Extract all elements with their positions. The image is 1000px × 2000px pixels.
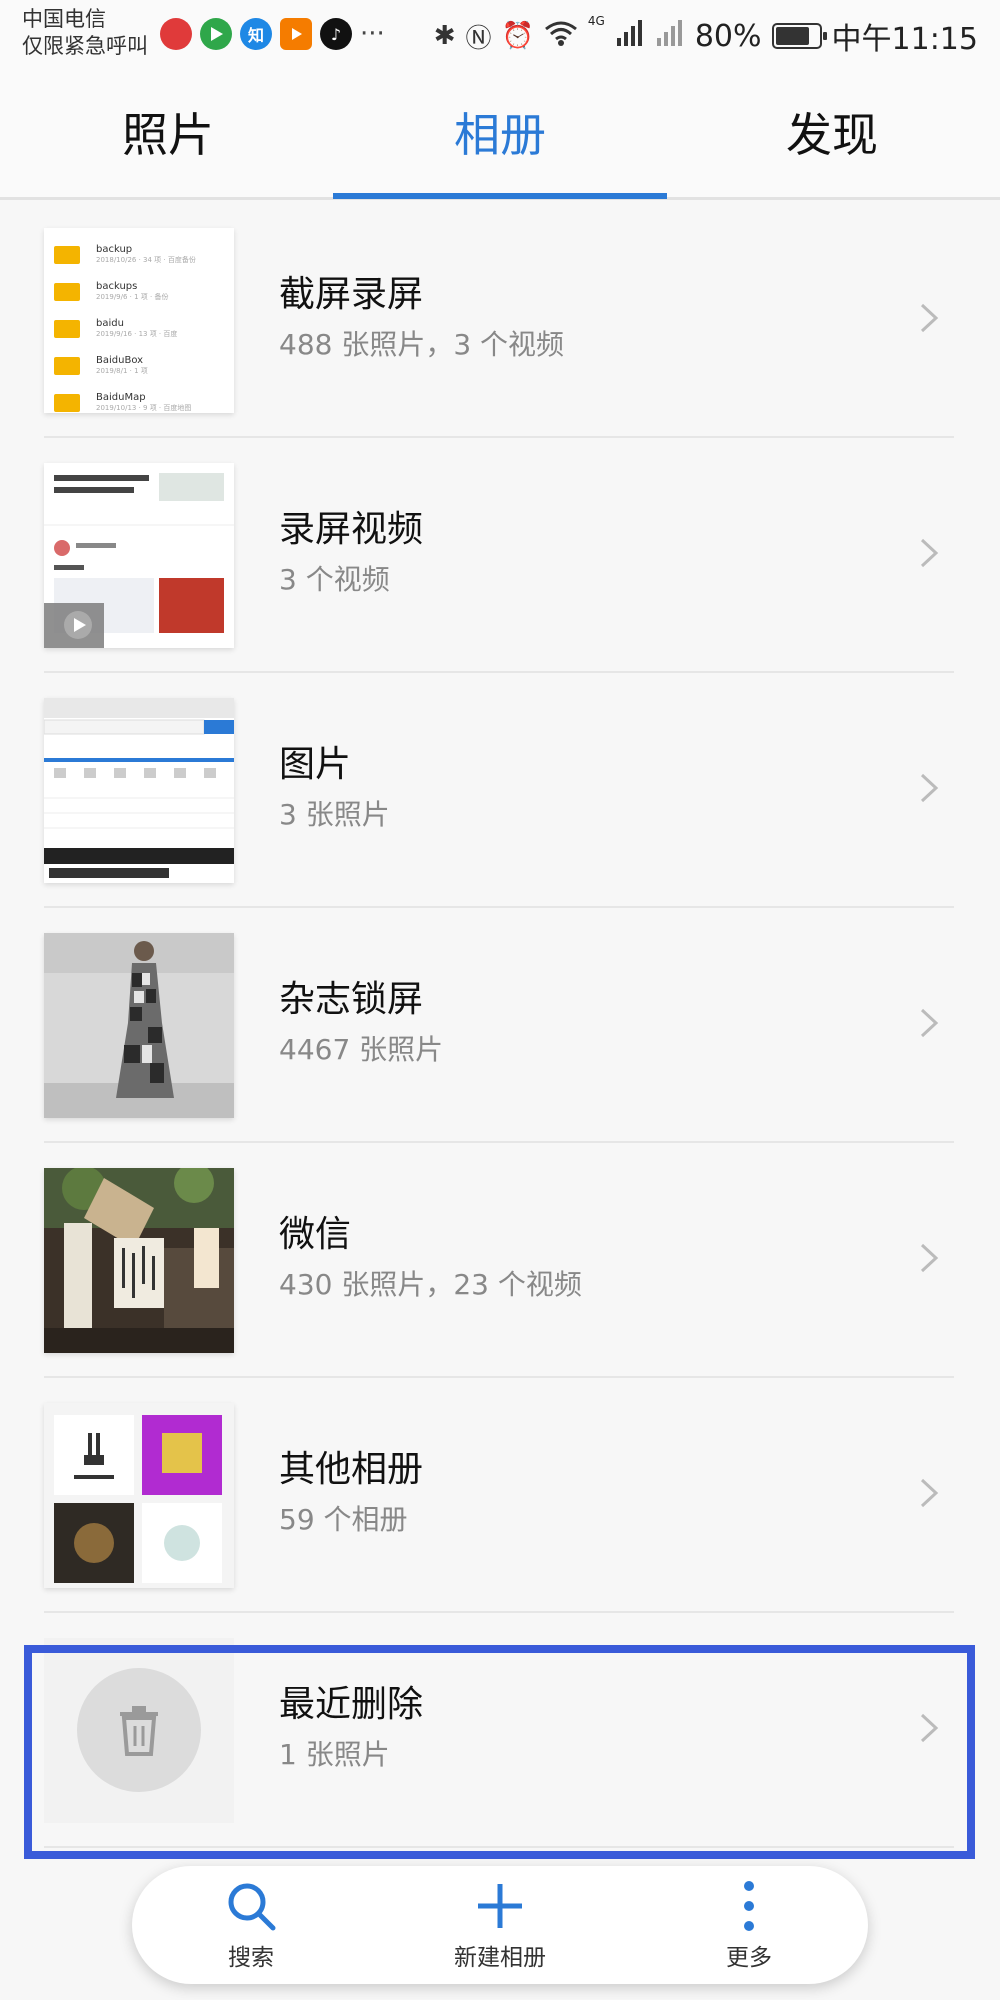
- active-tab-indicator: [333, 193, 667, 199]
- folder-name: backups: [96, 281, 138, 292]
- wifi-icon: [544, 19, 578, 54]
- restaurant-photo-thumbnail: [44, 1168, 234, 1353]
- album-thumbnail: [44, 933, 234, 1118]
- play-store-icon: [200, 18, 232, 50]
- tab-bar: 照片 相册 发现: [0, 70, 1000, 200]
- more-notifications: ···: [360, 19, 385, 49]
- album-thumbnail: [44, 1168, 234, 1353]
- plus-icon: [478, 1884, 522, 1928]
- new-album-label: 新建相册: [454, 1945, 546, 1971]
- folder-entry: backup 2018/10/26 · 34 项 · 百度备份: [44, 236, 234, 273]
- battery-icon: [771, 23, 827, 49]
- folder-name: BaiduBox: [96, 355, 144, 366]
- tiktok-icon: ♪: [320, 18, 352, 50]
- fashion-photo-thumbnail: [44, 933, 234, 1118]
- battery-level: [775, 27, 810, 45]
- album-count: 488 张照片，3 个视频: [279, 328, 565, 361]
- signal-icon: [615, 18, 645, 54]
- folder-icon: [54, 282, 80, 301]
- emergency-only-label: 仅限紧急呼叫: [22, 34, 148, 58]
- album-row-screen-recordings[interactable]: 录屏视频 3 个视频: [44, 438, 954, 673]
- album-thumbnail: [44, 1403, 234, 1588]
- album-name: 其他相册: [279, 1449, 424, 1490]
- folder-entry: baidu 2019/9/16 · 13 项 · 百度: [44, 310, 234, 347]
- folder-icon: [54, 319, 80, 338]
- tab-discover[interactable]: 发现: [712, 100, 952, 170]
- folder-icon: [54, 356, 80, 375]
- folder-meta: 2019/9/16 · 13 项 · 百度: [96, 330, 178, 338]
- folder-icon: [54, 245, 80, 264]
- folder-icon: [54, 393, 80, 412]
- album-name: 微信: [279, 1214, 352, 1255]
- weibo-icon: [160, 18, 192, 50]
- highlight-box: [24, 1645, 975, 1859]
- chevron-right-icon: [920, 1008, 939, 1038]
- folder-meta: 2019/9/6 · 1 项 · 备份: [96, 293, 169, 301]
- album-row-magazine-lockscreen[interactable]: 杂志锁屏 4467 张照片: [44, 908, 954, 1143]
- folder-entry: BaiduMap 2019/10/13 · 9 项 · 百度地图: [44, 384, 234, 413]
- signal-secondary-icon: [655, 18, 685, 54]
- network-type: 4G: [587, 14, 605, 28]
- album-row-screenshots[interactable]: backup 2018/10/26 · 34 项 · 百度备份 backups 20…: [44, 203, 954, 438]
- album-count: 3 张照片: [279, 798, 390, 831]
- folder-meta: 2019/8/1 · 1 项: [96, 367, 148, 375]
- bluetooth-icon: ✱: [433, 21, 456, 51]
- folder-meta: 2018/10/26 · 34 项 · 百度备份: [96, 256, 196, 264]
- zhihu-icon: 知: [240, 18, 272, 50]
- chevron-right-icon: [920, 303, 939, 333]
- album-row-wechat[interactable]: 微信 430 张照片，23 个视频: [44, 1143, 954, 1378]
- album-row-other-albums[interactable]: 其他相册 59 个相册: [44, 1378, 954, 1613]
- webpage-thumbnail: [44, 698, 234, 883]
- bottom-action-bar: 搜索 新建相册 更多: [132, 1866, 868, 1984]
- folder-name: BaiduMap: [96, 392, 146, 403]
- chevron-right-icon: [920, 1478, 939, 1508]
- album-name: 图片: [279, 744, 352, 785]
- carrier-info: 中国电信 仅限紧急呼叫: [22, 6, 148, 60]
- social-feed-thumbnail: [44, 463, 234, 648]
- album-grid-thumbnail: [44, 1403, 234, 1588]
- album-count: 4467 张照片: [279, 1033, 444, 1066]
- new-album-button[interactable]: 新建相册: [425, 1876, 575, 1972]
- carrier-name: 中国电信: [22, 7, 106, 31]
- clock: 中午11:15: [831, 22, 978, 57]
- alarm-icon: ⏰: [501, 21, 534, 51]
- album-name: 录屏视频: [279, 509, 424, 550]
- search-icon: [228, 1883, 276, 1931]
- folder-meta: 2019/10/13 · 9 项 · 百度地图: [96, 404, 192, 412]
- search-button[interactable]: 搜索: [176, 1876, 326, 1972]
- album-count: 59 个相册: [279, 1503, 408, 1536]
- chevron-right-icon: [920, 538, 939, 568]
- status-bar: 中国电信 仅限紧急呼叫 知 ♪ ··· ✱ Ⓝ ⏰ 4G 80% 中午11:15: [0, 0, 1000, 70]
- system-status: ✱ Ⓝ ⏰ 4G 80% 中午11:15: [434, 14, 978, 58]
- album-name: 截屏录屏: [279, 274, 424, 315]
- search-label: 搜索: [228, 1945, 274, 1971]
- folder-name: backup: [96, 244, 133, 255]
- album-thumbnail: [44, 463, 234, 648]
- chevron-right-icon: [920, 773, 939, 803]
- album-row-pictures[interactable]: 图片 3 张照片: [44, 673, 954, 908]
- more-vertical-icon: [744, 1881, 754, 1931]
- more-label: 更多: [726, 1945, 772, 1971]
- tab-photos[interactable]: 照片: [48, 100, 288, 170]
- folder-entry: BaiduBox 2019/8/1 · 1 项: [44, 347, 234, 384]
- chevron-right-icon: [920, 1243, 939, 1273]
- video-player-icon: [280, 18, 312, 50]
- notification-icons: 知 ♪ ···: [160, 18, 385, 50]
- battery-percent: 80%: [694, 18, 762, 54]
- album-list: backup 2018/10/26 · 34 项 · 百度备份 backups 20…: [0, 203, 1000, 1848]
- folder-entry: backups 2019/9/6 · 1 项 · 备份: [44, 273, 234, 310]
- album-thumbnail: backup 2018/10/26 · 34 项 · 百度备份 backups 20…: [44, 228, 234, 413]
- tab-albums[interactable]: 相册: [380, 100, 620, 170]
- folder-name: baidu: [96, 318, 124, 329]
- album-count: 3 个视频: [279, 563, 390, 596]
- album-name: 杂志锁屏: [279, 979, 424, 1020]
- album-count: 430 张照片，23 个视频: [279, 1268, 582, 1301]
- nfc-icon: Ⓝ: [465, 23, 492, 54]
- more-button[interactable]: 更多: [674, 1876, 824, 1972]
- album-thumbnail: [44, 698, 234, 883]
